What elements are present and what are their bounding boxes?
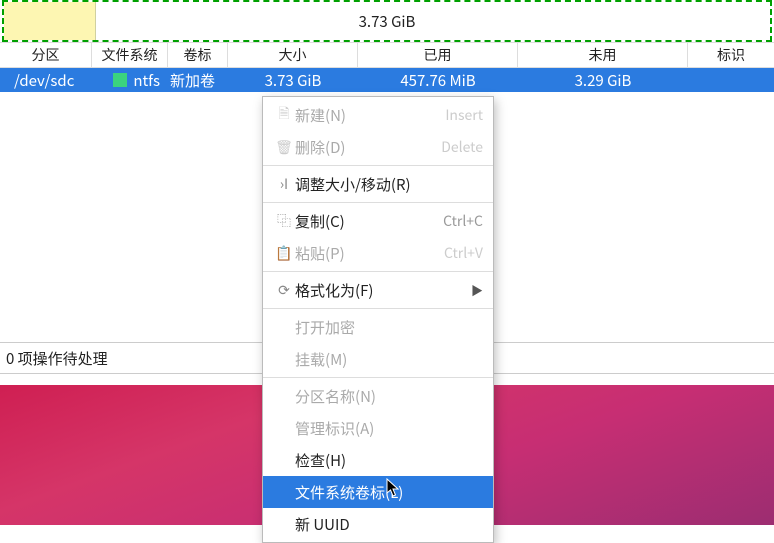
menu-partition-name-label: 分区名称(N) xyxy=(273,386,483,407)
submenu-arrow-icon: ▶ xyxy=(471,282,483,299)
col-size-label: 大小 xyxy=(279,45,307,65)
context-menu: 🗎 新建(N) Insert 🗑 删除(D) Delete ›I 调整大小/移动… xyxy=(262,96,494,543)
col-partition-label: 分区 xyxy=(32,45,60,65)
table-header: 分区 文件系统 卷标 大小 已用 未用 标识 xyxy=(0,42,774,68)
trash-icon: 🗑 xyxy=(273,137,295,157)
menu-separator xyxy=(263,165,493,166)
new-file-icon: 🗎 xyxy=(273,103,295,127)
col-free-label: 未用 xyxy=(589,45,617,65)
menu-resize-label: 调整大小/移动(R) xyxy=(295,174,483,195)
col-used[interactable]: 已用 xyxy=(358,43,518,67)
table-row[interactable]: /dev/sdc ntfs 新加卷 3.73 GiB 457.76 MiB 3.… xyxy=(0,68,774,92)
menu-separator xyxy=(263,308,493,309)
menu-delete: 🗑 删除(D) Delete xyxy=(263,131,493,163)
fs-color-swatch xyxy=(113,73,127,87)
menu-mount-label: 挂载(M) xyxy=(273,349,483,370)
menu-open-crypt: 打开加密 xyxy=(263,311,493,343)
cell-filesystem-text: ntfs xyxy=(133,70,160,91)
partition-size-label: 3.73 GiB xyxy=(359,11,416,32)
menu-paste-accel: Ctrl+V xyxy=(444,243,483,263)
col-flags-label: 标识 xyxy=(717,45,745,65)
menu-fs-label[interactable]: 文件系统卷标(L) xyxy=(263,476,493,508)
menu-mount: 挂载(M) xyxy=(263,343,493,375)
menu-format[interactable]: ⟳ 格式化为(F) ▶ xyxy=(263,274,493,306)
menu-new-accel: Insert xyxy=(445,105,483,125)
col-label-label: 卷标 xyxy=(184,45,212,65)
menu-separator xyxy=(263,271,493,272)
menu-resize[interactable]: ›I 调整大小/移动(R) xyxy=(263,168,493,200)
menu-new: 🗎 新建(N) Insert xyxy=(263,99,493,131)
menu-new-uuid-label: 新 UUID xyxy=(273,514,483,535)
menu-paste-label: 粘贴(P) xyxy=(295,243,444,264)
menu-format-label: 格式化为(F) xyxy=(295,280,471,301)
menu-delete-label: 删除(D) xyxy=(295,137,441,158)
menu-new-uuid[interactable]: 新 UUID xyxy=(263,508,493,540)
paste-icon: 📋 xyxy=(273,243,295,263)
menu-separator xyxy=(263,377,493,378)
cell-free: 3.29 GiB xyxy=(518,70,688,91)
col-free[interactable]: 未用 xyxy=(518,43,688,67)
menu-copy-accel: Ctrl+C xyxy=(443,211,483,231)
menu-paste: 📋 粘贴(P) Ctrl+V xyxy=(263,237,493,269)
refresh-icon: ⟳ xyxy=(273,280,295,300)
cell-used: 457.76 MiB xyxy=(358,70,518,91)
menu-manage-flags-label: 管理标识(A) xyxy=(273,418,483,439)
cell-filesystem: ntfs xyxy=(92,70,168,91)
cell-label: 新加卷 xyxy=(168,70,228,91)
cell-size: 3.73 GiB xyxy=(228,70,358,91)
menu-separator xyxy=(263,202,493,203)
menu-partition-name: 分区名称(N) xyxy=(263,380,493,412)
partition-visual[interactable]: 3.73 GiB xyxy=(2,0,772,42)
menu-new-label: 新建(N) xyxy=(295,105,445,126)
cell-partition: /dev/sdc xyxy=(0,70,92,91)
copy-icon: ⿻ xyxy=(273,211,295,231)
col-partition[interactable]: 分区 xyxy=(0,43,92,67)
menu-check-label: 检查(H) xyxy=(273,450,483,471)
menu-fs-label-label: 文件系统卷标(L) xyxy=(273,482,483,503)
menu-check[interactable]: 检查(H) xyxy=(263,444,493,476)
col-label[interactable]: 卷标 xyxy=(168,43,228,67)
status-text: 0 项操作待处理 xyxy=(6,348,108,369)
col-filesystem[interactable]: 文件系统 xyxy=(92,43,168,67)
col-used-label: 已用 xyxy=(424,45,452,65)
menu-delete-accel: Delete xyxy=(441,137,483,157)
col-filesystem-label: 文件系统 xyxy=(102,45,158,65)
col-flags[interactable]: 标识 xyxy=(688,43,774,67)
menu-open-crypt-label: 打开加密 xyxy=(273,317,483,338)
menu-copy-label: 复制(C) xyxy=(295,211,443,232)
menu-copy[interactable]: ⿻ 复制(C) Ctrl+C xyxy=(263,205,493,237)
col-size[interactable]: 大小 xyxy=(228,43,358,67)
menu-manage-flags: 管理标识(A) xyxy=(263,412,493,444)
resize-icon: ›I xyxy=(273,174,295,194)
partition-used-segment xyxy=(4,2,96,40)
